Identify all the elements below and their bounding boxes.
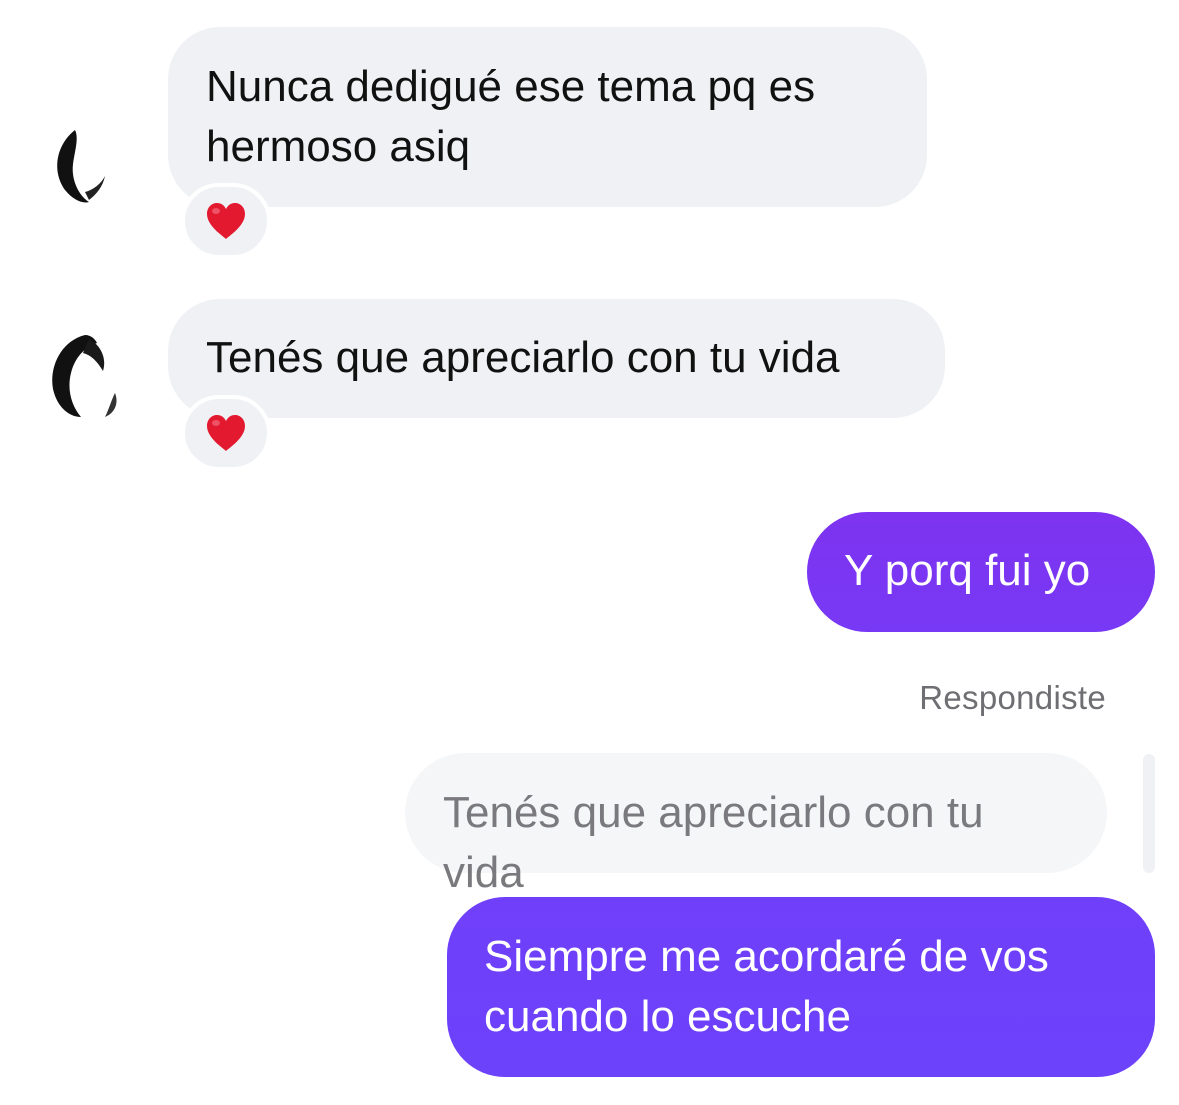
message-bubble-outgoing[interactable]: Siempre me acordaré de vos cuando lo esc…	[447, 897, 1155, 1077]
avatar[interactable]	[45, 333, 135, 423]
quoted-text: Tenés que apreciarlo con tu vida	[443, 788, 984, 897]
message-text-line: cuando lo escuche	[484, 992, 851, 1041]
avatar[interactable]	[45, 120, 135, 210]
quoted-message[interactable]: Tenés que apreciarlo con tu vida	[405, 753, 1107, 897]
avatar-image	[57, 130, 105, 203]
reply-label: Respondiste	[919, 679, 1106, 716]
heart-reaction[interactable]	[181, 183, 271, 259]
message-bubble-incoming[interactable]: Nunca dedigué ese tema pq es hermoso asi…	[168, 27, 927, 207]
message-bubble-outgoing[interactable]: Y porq fui yo	[807, 512, 1155, 632]
message-text-line: hermoso asiq	[206, 122, 471, 171]
heart-emoji-icon	[207, 203, 245, 239]
message-bubble-incoming[interactable]: Tenés que apreciarlo con tu vida	[168, 299, 945, 418]
avatar-image	[52, 335, 117, 417]
reply-indicator-bar	[1143, 754, 1155, 873]
message-text: Tenés que apreciarlo con tu vida	[206, 333, 840, 382]
message-text-line: Nunca dedigué ese tema pq es	[206, 62, 816, 111]
heart-emoji-icon	[207, 415, 245, 451]
heart-reaction[interactable]	[181, 395, 271, 471]
message-text-line: Siempre me acordaré de vos	[484, 932, 1049, 981]
message-text: Y porq fui yo	[844, 546, 1091, 595]
